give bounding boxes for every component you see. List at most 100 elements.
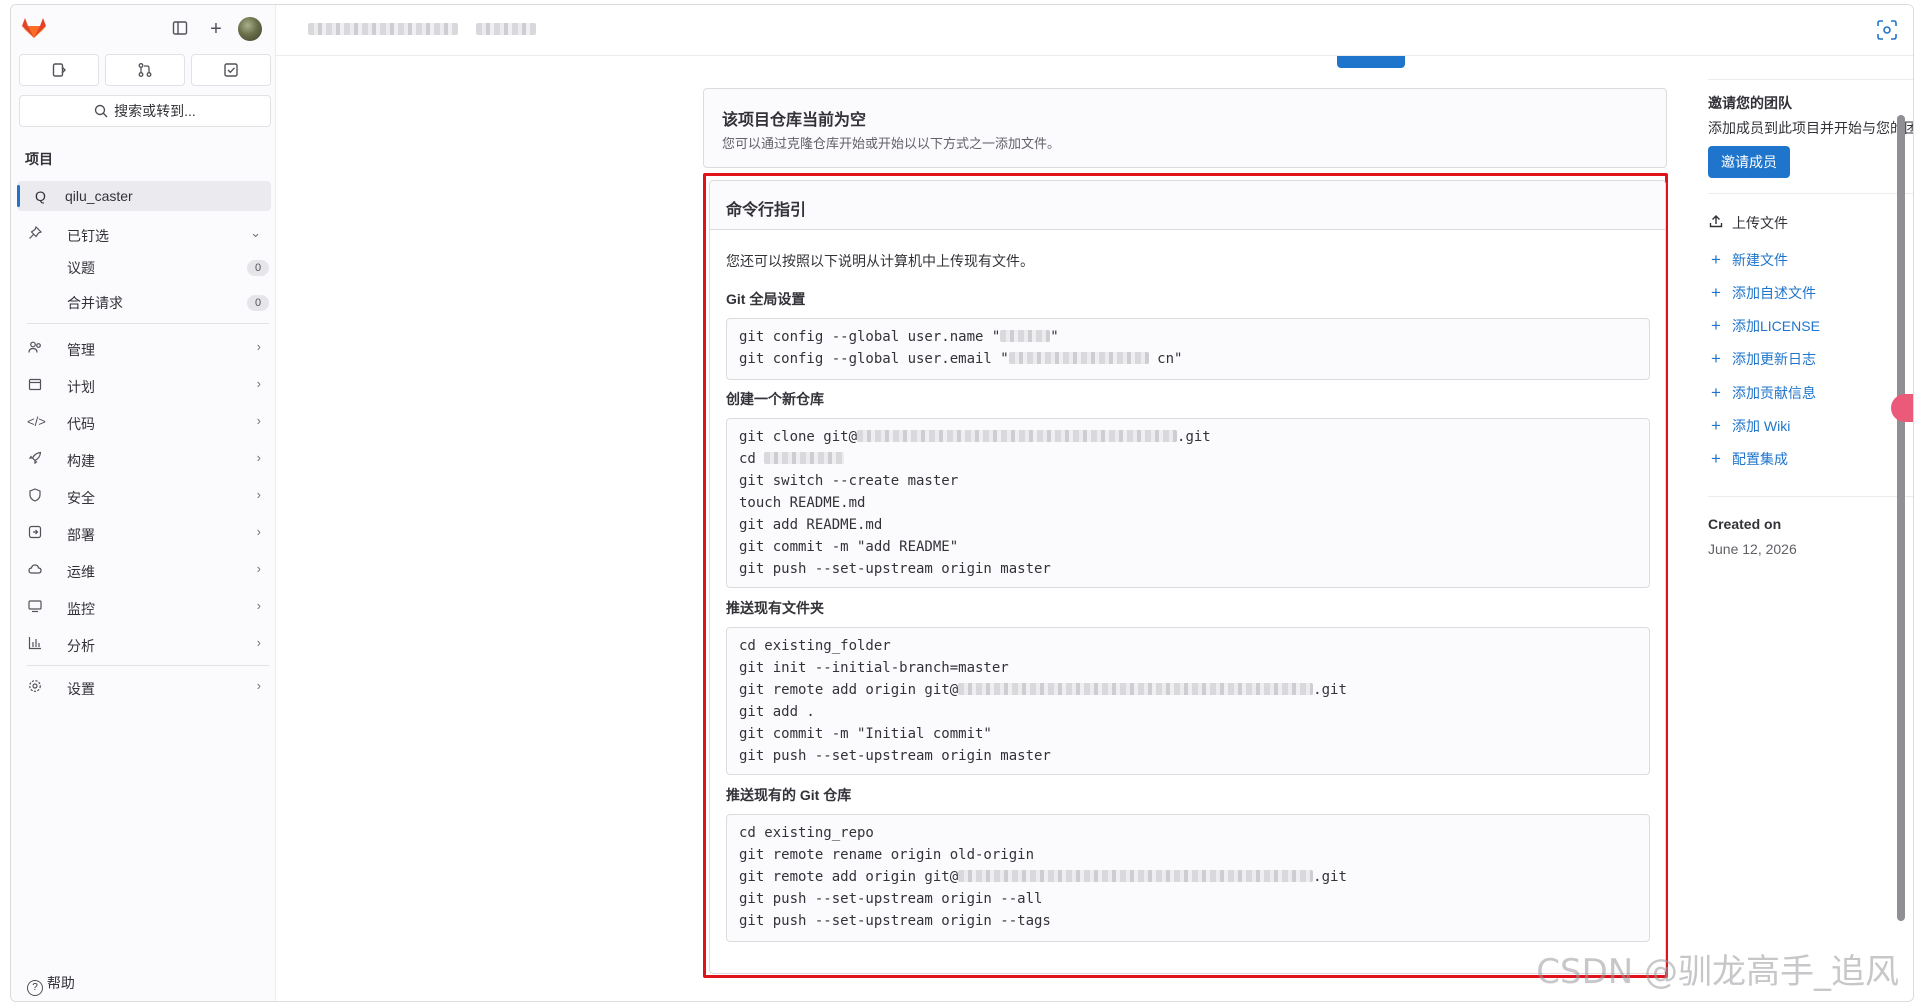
configure-integrations-link[interactable]: + 配置集成 [1708, 449, 1788, 469]
sidebar-shortcuts [19, 54, 271, 86]
sidebar-divider [27, 323, 269, 324]
code-block[interactable]: git config --global user.name " " git con… [726, 318, 1650, 380]
project-initial: Q [35, 188, 46, 204]
monitor-icon [27, 599, 43, 615]
floating-assistant-icon[interactable] [1891, 394, 1913, 422]
sidebar-item-pinned[interactable]: 已钉选 ⌄ [27, 220, 271, 248]
active-indicator [17, 185, 20, 207]
help-label: 帮助 [46, 975, 75, 991]
shield-icon [27, 488, 43, 504]
cli-instructions-card: 命令行指引 您还可以按照以下说明从计算机中上传现有文件。 Git 全局设置 gi… [709, 180, 1666, 974]
code-line: git clone git@ .git [739, 429, 1211, 445]
cli-header: 命令行指引 [710, 181, 1665, 230]
chevron-right-icon: › [256, 635, 261, 650]
sidebar-toggle-icon[interactable] [171, 20, 189, 38]
add-wiki-link[interactable]: + 添加 Wiki [1708, 416, 1790, 436]
create-new-icon[interactable]: + [207, 19, 225, 39]
code-line: git config --global user.name " " [739, 329, 1059, 345]
add-changelog-link[interactable]: + 添加更新日志 [1708, 349, 1816, 369]
invite-title: 邀请您的团队 [1708, 95, 1792, 111]
plus-icon: + [1711, 316, 1721, 335]
merge-requests-shortcut-button[interactable] [105, 54, 185, 86]
code-line: git push --set-upstream origin master [739, 561, 1051, 577]
sidebar-item-monitor[interactable]: 监控 › [27, 593, 271, 621]
sidebar-item-settings[interactable]: 设置 › [27, 673, 271, 701]
gitlab-logo-icon[interactable] [21, 17, 47, 39]
pin-icon [27, 225, 43, 242]
sidebar-item-operate[interactable]: 运维 › [27, 556, 271, 584]
section-heading: 创建一个新仓库 [726, 391, 824, 407]
main-content: 该项目仓库当前为空 您可以通过克隆仓库开始或开始以以下方式之一添加文件。 命令行… [276, 56, 1913, 1001]
code-block[interactable]: cd existing_folder git init --initial-br… [726, 627, 1650, 775]
sidebar-item-code[interactable]: </> 代码 › [27, 408, 271, 436]
sidebar-item-label: 已钉选 [67, 228, 109, 244]
code-line: cd existing_repo [739, 825, 874, 841]
sidebar-item-deploy[interactable]: 部署 › [27, 519, 271, 547]
sidebar-item-plan[interactable]: 计划 › [27, 371, 271, 399]
code-line: git remote add origin git@ .git [739, 682, 1347, 698]
sidebar-item-analyze[interactable]: 分析 › [27, 630, 271, 658]
add-contributing-link[interactable]: + 添加贡献信息 [1708, 383, 1816, 403]
sidebar-item-build[interactable]: 构建 › [27, 445, 271, 473]
chevron-right-icon: › [256, 487, 261, 502]
chevron-right-icon: › [256, 450, 261, 465]
merge-request-icon [138, 63, 152, 77]
plus-icon: + [1711, 250, 1721, 269]
sidebar-item-issues[interactable]: 议题 [67, 258, 95, 278]
screenshot-scan-icon[interactable] [1875, 19, 1899, 43]
code-line: git remote add origin git@ .git [739, 869, 1347, 885]
project-name: qilu_caster [65, 188, 133, 204]
plus-icon: + [1711, 449, 1721, 468]
sidebar-item-label: 管理 [67, 342, 95, 358]
plus-icon: + [1711, 383, 1721, 402]
sidebar-item-label: 构建 [67, 453, 95, 469]
code-line: git init --initial-branch=master [739, 660, 1009, 676]
code-line: git config --global user.email " cn" [739, 351, 1183, 367]
chevron-right-icon: › [256, 678, 261, 693]
sidebar-item-label: 计划 [67, 379, 95, 395]
chevron-right-icon: › [256, 598, 261, 613]
sidebar-item-label: 设置 [67, 681, 95, 697]
search-label: 搜索或转到... [114, 103, 196, 119]
code-line: cd [739, 451, 845, 467]
code-line: git push --set-upstream origin --tags [739, 913, 1051, 929]
chevron-right-icon: › [256, 524, 261, 539]
upload-file-link[interactable]: 上传文件 [1708, 213, 1788, 233]
sidebar-project-item[interactable]: Q qilu_caster [17, 181, 271, 211]
code-line: git add README.md [739, 517, 883, 533]
calendar-icon [27, 377, 43, 393]
divider [1708, 193, 1913, 194]
sidebar-item-merge-requests[interactable]: 合并请求 [67, 293, 123, 313]
divider [1708, 79, 1913, 80]
merge-requests-count-badge: 0 [247, 295, 269, 311]
help-button[interactable]: ? 帮助 [27, 973, 75, 996]
divider [1708, 496, 1913, 497]
issues-shortcut-button[interactable] [19, 54, 99, 86]
sidebar-section-title: 项目 [25, 151, 53, 167]
search-button[interactable]: 搜索或转到... [19, 95, 271, 127]
sidebar-item-security[interactable]: 安全 › [27, 482, 271, 510]
avatar[interactable] [238, 17, 262, 41]
code-block[interactable]: git clone git@ .git cd git switch --creat… [726, 418, 1650, 588]
code-block[interactable]: cd existing_repo git remote rename origi… [726, 814, 1650, 942]
new-file-link[interactable]: + 新建文件 [1708, 250, 1788, 270]
sidebar-item-label: 监控 [67, 601, 95, 617]
empty-repo-title: 该项目仓库当前为空 [722, 112, 867, 129]
clone-button[interactable] [1337, 56, 1405, 68]
sidebar-item-manage[interactable]: 管理 › [27, 334, 271, 362]
sidebar-item-label: 安全 [67, 490, 95, 506]
invite-members-button[interactable]: 邀请成员 [1708, 146, 1790, 178]
invite-text: 添加成员到此项目并开始与您的团队合作。 [1708, 120, 1913, 136]
issues-icon [52, 63, 66, 77]
vertical-scrollbar[interactable] [1897, 115, 1905, 921]
code-line: git commit -m "Initial commit" [739, 726, 992, 742]
add-readme-link[interactable]: + 添加自述文件 [1708, 283, 1816, 303]
empty-repo-card: 该项目仓库当前为空 您可以通过克隆仓库开始或开始以以下方式之一添加文件。 [703, 88, 1667, 168]
code-line: git switch --create master [739, 473, 959, 489]
created-label: Created on [1708, 516, 1782, 532]
todos-shortcut-button[interactable] [191, 54, 271, 86]
add-license-link[interactable]: + 添加LICENSE [1708, 316, 1820, 336]
chevron-down-icon: ⌄ [250, 225, 261, 240]
code-line: git commit -m "add README" [739, 539, 959, 555]
todo-icon [224, 63, 238, 77]
